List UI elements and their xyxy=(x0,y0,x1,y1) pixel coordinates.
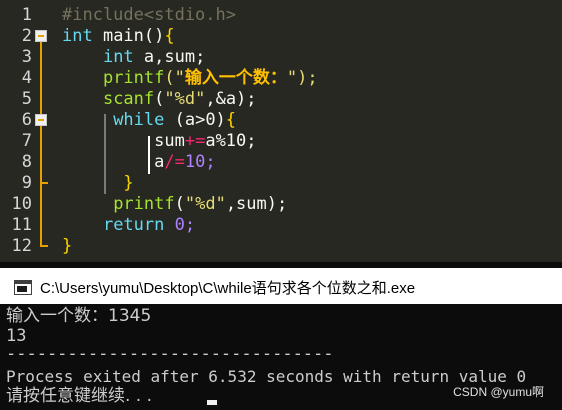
console-app-icon xyxy=(14,280,32,295)
code-line-12: } xyxy=(62,236,72,257)
line-number: 10 xyxy=(11,194,32,214)
expression: a%10; xyxy=(205,131,257,151)
console-output[interactable]: 输入一个数：1345 13 --------------------------… xyxy=(0,304,562,410)
code-line-4: printf("输入一个数："); xyxy=(62,68,318,89)
code-line-6: while (a>0){ xyxy=(62,110,236,131)
console-separator: -------------------------------- xyxy=(6,344,334,364)
fold-end-marker xyxy=(40,182,48,184)
keyword: int xyxy=(102,47,134,67)
string-literal: "%d" xyxy=(184,194,226,214)
variable: a xyxy=(154,152,165,172)
paren: ( xyxy=(174,194,185,214)
brace: } xyxy=(62,236,73,256)
indent-guide xyxy=(104,114,106,194)
return-value: 0; xyxy=(164,215,196,235)
variable-list: a,sum; xyxy=(133,47,206,67)
code-line-3: int a,sum; xyxy=(62,47,205,68)
arguments: ,sum); xyxy=(225,194,288,214)
line-number: 3 xyxy=(21,47,32,67)
line-number-gutter: 1 2 3 4 5 6 7 8 9 10 11 12 xyxy=(0,0,56,262)
function-call: printf xyxy=(113,194,175,214)
variable: sum xyxy=(154,131,185,151)
console-line-result: 13 xyxy=(6,326,27,346)
brace: { xyxy=(164,26,175,46)
keyword: int xyxy=(62,26,93,46)
console-line-press-key: 请按任意键继续. . . xyxy=(6,386,153,406)
condition: (a>0) xyxy=(164,110,226,130)
console-window-title: C:\Users\yumu\Desktop\C\while语句求各个位数之和.e… xyxy=(40,280,416,297)
line-number: 6 xyxy=(21,110,32,130)
code-line-10: printf("%d",sum); xyxy=(62,194,287,215)
operator: /= xyxy=(164,152,185,172)
string-open: (" xyxy=(164,68,185,88)
code-line-9: } xyxy=(62,173,134,194)
fold-end-marker xyxy=(40,245,48,247)
code-line-2: int main(){ xyxy=(62,26,175,47)
text-cursor xyxy=(148,136,150,174)
preprocessor-directive: #include<stdio.h> xyxy=(62,5,236,25)
string-literal: "%d" xyxy=(164,89,206,109)
code-line-7: sum+=a%10; xyxy=(62,131,257,152)
code-editor[interactable]: 1 2 3 4 5 6 7 8 9 10 11 12 #include<stdi… xyxy=(0,0,562,262)
line-number: 8 xyxy=(21,152,32,172)
code-line-5: scanf("%d",&a); xyxy=(62,89,257,110)
line-number: 9 xyxy=(21,173,32,193)
code-line-1: #include<stdio.h> xyxy=(62,5,236,26)
fold-collapse-icon[interactable] xyxy=(35,30,47,42)
console-caret xyxy=(207,400,217,405)
line-number: 11 xyxy=(11,215,32,235)
function-declaration: main() xyxy=(92,26,165,46)
console-line-exit-status: Process exited after 6.532 seconds with … xyxy=(6,367,527,386)
line-number: 1 xyxy=(21,5,32,25)
code-line-8: a/=10; xyxy=(62,152,216,173)
line-number: 4 xyxy=(21,68,32,88)
paren: ( xyxy=(154,89,165,109)
expression: 10; xyxy=(184,152,216,172)
code-line-11: return 0; xyxy=(62,215,195,236)
console-title-bar[interactable]: C:\Users\yumu\Desktop\C\while语句求各个位数之和.e… xyxy=(0,268,562,304)
fold-guide xyxy=(40,42,42,246)
brace: } xyxy=(123,173,134,193)
operator: += xyxy=(184,131,206,151)
line-number: 12 xyxy=(11,236,32,256)
function-call: scanf xyxy=(102,89,155,109)
string-literal: 输入一个数： xyxy=(184,68,287,88)
line-number: 2 xyxy=(21,26,32,46)
arguments: ,&a); xyxy=(205,89,257,109)
line-number: 5 xyxy=(21,89,32,109)
watermark: CSDN @yumu啊 xyxy=(453,385,544,399)
keyword: while xyxy=(113,110,165,130)
console-line-prompt: 输入一个数：1345 xyxy=(6,306,152,326)
function-call: printf xyxy=(102,68,165,88)
string-close: "); xyxy=(286,68,318,88)
keyword: return xyxy=(102,215,165,235)
line-number: 7 xyxy=(21,131,32,151)
fold-collapse-icon[interactable] xyxy=(35,114,47,126)
brace: { xyxy=(225,110,237,130)
